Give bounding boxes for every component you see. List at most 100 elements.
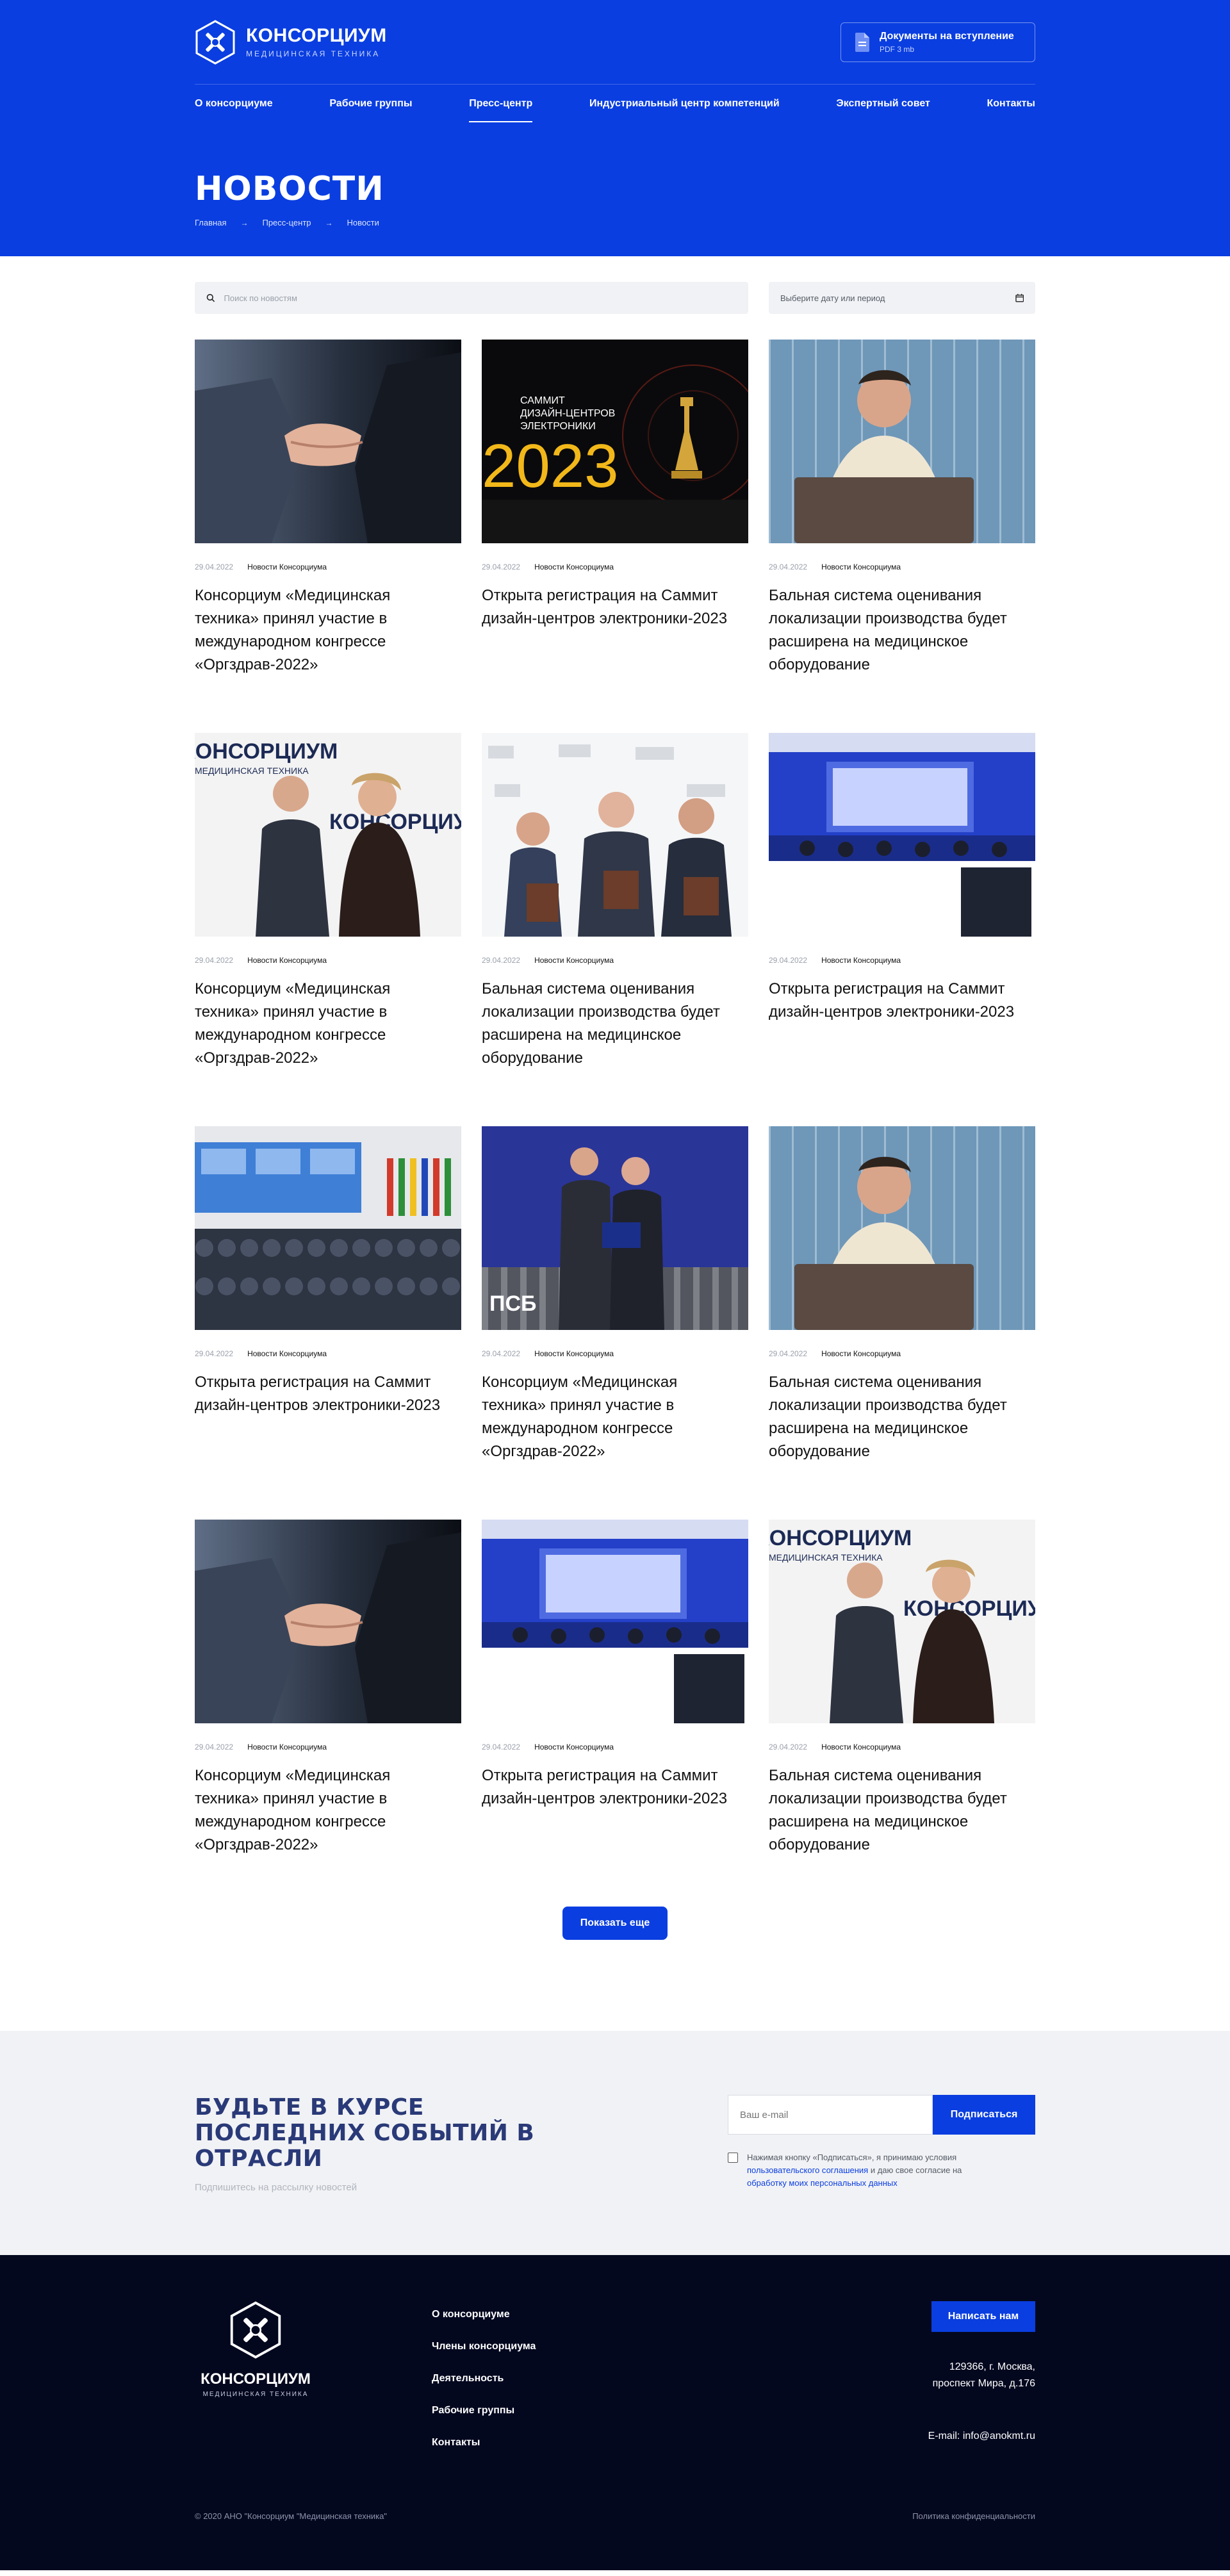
nav-about[interactable]: О консорциуме — [195, 86, 273, 121]
news-image[interactable]: КОНСОРЦИУММЕДИЦИНСКАЯ ТЕХНИКАКОНСОРЦИУМ — [195, 733, 461, 937]
news-card[interactable]: 29.04.2022 Новости Консорциума Открыта рег… — [482, 1520, 748, 1913]
news-card[interactable]: САММИТ ДИЗАЙН-ЦЕНТРОВ ЭЛЕКТРОНИКИ 2023 29.04… — [482, 340, 748, 733]
consent-checkbox[interactable] — [728, 2153, 738, 2163]
documents-download-button[interactable]: Документы на вступление PDF 3 mb — [840, 22, 1035, 62]
news-title[interactable]: Открыта регистрация на Саммит дизайн-цен… — [769, 978, 1025, 1024]
news-image[interactable] — [769, 1126, 1035, 1330]
top-bar: КОНСОРЦИУМ МЕДИЦИНСКАЯ ТЕХНИКА Документы… — [195, 0, 1035, 85]
news-meta: 29.04.2022 Новости Консорциума — [195, 956, 461, 965]
news-category[interactable]: Новости Консорциума — [534, 1743, 614, 1752]
news-card[interactable]: КОНСОРЦИУММЕДИЦИНСКАЯ ТЕХНИКАКОНСОРЦИУМ 2… — [769, 1520, 1035, 1913]
news-card[interactable]: КОНСОРЦИУММЕДИЦИНСКАЯ ТЕХНИКАКОНСОРЦИУМ 2… — [195, 733, 461, 1126]
news-title[interactable]: Консорциум «Медицинская техника» принял … — [195, 1764, 451, 1857]
news-title[interactable]: Открыта регистрация на Саммит дизайн-цен… — [482, 1764, 738, 1810]
news-image[interactable] — [195, 1520, 461, 1723]
news-category[interactable]: Новости Консорциума — [821, 956, 901, 965]
footer-link-about[interactable]: О консорциуме — [432, 2309, 928, 2320]
footer-email[interactable]: E-mail: info@anokmt.ru — [928, 2431, 1035, 2442]
news-category[interactable]: Новости Консорциума — [247, 562, 327, 571]
news-category[interactable]: Новости Консорциума — [534, 562, 614, 571]
news-card[interactable]: 29.04.2022 Новости Консорциума Консорциум … — [195, 1520, 461, 1913]
consent-text: Нажимая кнопку «Подписаться», я принимаю… — [747, 2151, 962, 2190]
breadcrumb-home[interactable]: Главная — [195, 218, 226, 227]
date-picker[interactable] — [769, 282, 1035, 314]
news-card[interactable]: ПСБ 29.04.2022 Новости Консорциума Консорци… — [482, 1126, 748, 1520]
news-image[interactable] — [482, 733, 748, 937]
news-card[interactable]: 29.04.2022 Новости Консорциума Открыта рег… — [195, 1126, 461, 1520]
news-date: 29.04.2022 — [482, 1349, 521, 1358]
footer-address: 129366, г. Москва, проспект Мира, д.176 — [933, 2359, 1035, 2392]
news-title[interactable]: Открыта регистрация на Саммит дизайн-цен… — [195, 1371, 451, 1417]
user-agreement-link[interactable]: пользовательского соглашения — [747, 2165, 868, 2175]
news-image[interactable] — [482, 1520, 748, 1723]
news-title[interactable]: Консорциум «Медицинская техника» принял … — [195, 978, 451, 1070]
nav-expert-council[interactable]: Экспертный совет — [836, 86, 930, 121]
calendar-icon[interactable] — [1015, 293, 1024, 302]
news-image[interactable] — [195, 1126, 461, 1330]
news-image[interactable]: САММИТ ДИЗАЙН-ЦЕНТРОВ ЭЛЕКТРОНИКИ 2023 — [482, 340, 748, 543]
news-category[interactable]: Новости Консорциума — [821, 1743, 901, 1752]
news-image[interactable] — [769, 340, 1035, 543]
search-input[interactable] — [224, 293, 737, 303]
logo-title: КОНСОРЦИУМ — [246, 24, 387, 46]
news-image[interactable]: ПСБ — [482, 1126, 748, 1330]
news-date: 29.04.2022 — [769, 1743, 808, 1752]
subscribe-title: БУДЬТЕ В КУРСЕ ПОСЛЕДНИХ СОБЫТИЙ В ОТРАС… — [195, 2094, 535, 2172]
news-card[interactable]: 29.04.2022 Новости Консорциума Консорциум … — [195, 340, 461, 733]
psb-text: ПСБ — [489, 1292, 536, 1316]
breadcrumb-current: Новости — [347, 218, 379, 227]
nav-press-center[interactable]: Пресс-центр — [469, 86, 533, 122]
news-date: 29.04.2022 — [195, 1743, 234, 1752]
page-title: НОВОСТИ — [195, 170, 384, 208]
news-meta: 29.04.2022 Новости Консорциума — [482, 1743, 748, 1752]
nav-working-groups[interactable]: Рабочие группы — [329, 86, 412, 121]
news-category[interactable]: Новости Консорциума — [821, 562, 901, 571]
footer-link-contacts[interactable]: Контакты — [432, 2437, 928, 2449]
footer-link-members[interactable]: Члены консорциума — [432, 2341, 928, 2352]
summit-line1: САММИТ — [520, 395, 565, 406]
news-meta: 29.04.2022 Новости Консорциума — [482, 562, 748, 571]
nav-competence-center[interactable]: Индустриальный центр компетенций — [589, 86, 780, 121]
news-title[interactable]: Бальная система оценивания локализации п… — [769, 584, 1025, 677]
news-card[interactable]: 29.04.2022 Новости Консорциума Бальная сис… — [482, 733, 748, 1126]
show-more-button[interactable]: Показать еще — [562, 1907, 668, 1940]
news-meta: 29.04.2022 Новости Консорциума — [195, 1743, 461, 1752]
personal-data-link[interactable]: обработку моих персональных данных — [747, 2178, 898, 2188]
write-us-button[interactable]: Написать нам — [931, 2301, 1035, 2332]
news-title[interactable]: Консорциум «Медицинская техника» принял … — [482, 1371, 738, 1463]
news-category[interactable]: Новости Консорциума — [821, 1349, 901, 1358]
news-image[interactable]: КОНСОРЦИУММЕДИЦИНСКАЯ ТЕХНИКАКОНСОРЦИУМ — [769, 1520, 1035, 1723]
consent-row: Нажимая кнопку «Подписаться», я принимаю… — [728, 2151, 1035, 2190]
date-input[interactable] — [780, 293, 1015, 303]
news-title[interactable]: Консорциум «Медицинская техника» принял … — [195, 584, 451, 677]
footer-link-working-groups[interactable]: Рабочие группы — [432, 2405, 928, 2416]
privacy-policy-link[interactable]: Политика конфиденциальности — [912, 2511, 1035, 2521]
consortium-logo-icon — [195, 19, 235, 65]
news-category[interactable]: Новости Консорциума — [534, 1349, 614, 1358]
footer-link-activity[interactable]: Деятельность — [432, 2373, 928, 2384]
news-date: 29.04.2022 — [482, 562, 521, 571]
news-category[interactable]: Новости Консорциума — [247, 956, 327, 965]
news-category[interactable]: Новости Консорциума — [247, 1349, 327, 1358]
email-field[interactable] — [728, 2095, 933, 2135]
subscribe-note: Подпишитесь на рассылку новостей — [195, 2182, 357, 2193]
news-card[interactable]: 29.04.2022 Новости Консорциума Бальная сис… — [769, 1126, 1035, 1520]
news-title[interactable]: Бальная система оценивания локализации п… — [769, 1764, 1025, 1857]
news-category[interactable]: Новости Консорциума — [534, 956, 614, 965]
news-card[interactable]: 29.04.2022 Новости Консорциума Бальная сис… — [769, 340, 1035, 733]
nav-contacts[interactable]: Контакты — [987, 86, 1035, 121]
breadcrumb-press-center[interactable]: Пресс-центр — [262, 218, 311, 227]
news-meta: 29.04.2022 Новости Консорциума — [769, 1743, 1035, 1752]
news-image[interactable] — [769, 733, 1035, 937]
footer-logo[interactable]: КОНСОРЦИУМ МЕДИЦИНСКАЯ ТЕХНИКА — [195, 2301, 316, 2511]
news-date: 29.04.2022 — [195, 562, 234, 571]
news-title[interactable]: Открыта регистрация на Саммит дизайн-цен… — [482, 584, 738, 630]
subscribe-button[interactable]: Подписаться — [933, 2095, 1035, 2135]
footer-logo-title: КОНСОРЦИУМ — [201, 2370, 311, 2388]
news-card[interactable]: 29.04.2022 Новости Консорциума Открыта рег… — [769, 733, 1035, 1126]
news-title[interactable]: Бальная система оценивания локализации п… — [482, 978, 738, 1070]
news-title[interactable]: Бальная система оценивания локализации п… — [769, 1371, 1025, 1463]
news-category[interactable]: Новости Консорциума — [247, 1743, 327, 1752]
news-image[interactable] — [195, 340, 461, 543]
site-logo[interactable]: КОНСОРЦИУМ МЕДИЦИНСКАЯ ТЕХНИКА — [195, 19, 387, 65]
